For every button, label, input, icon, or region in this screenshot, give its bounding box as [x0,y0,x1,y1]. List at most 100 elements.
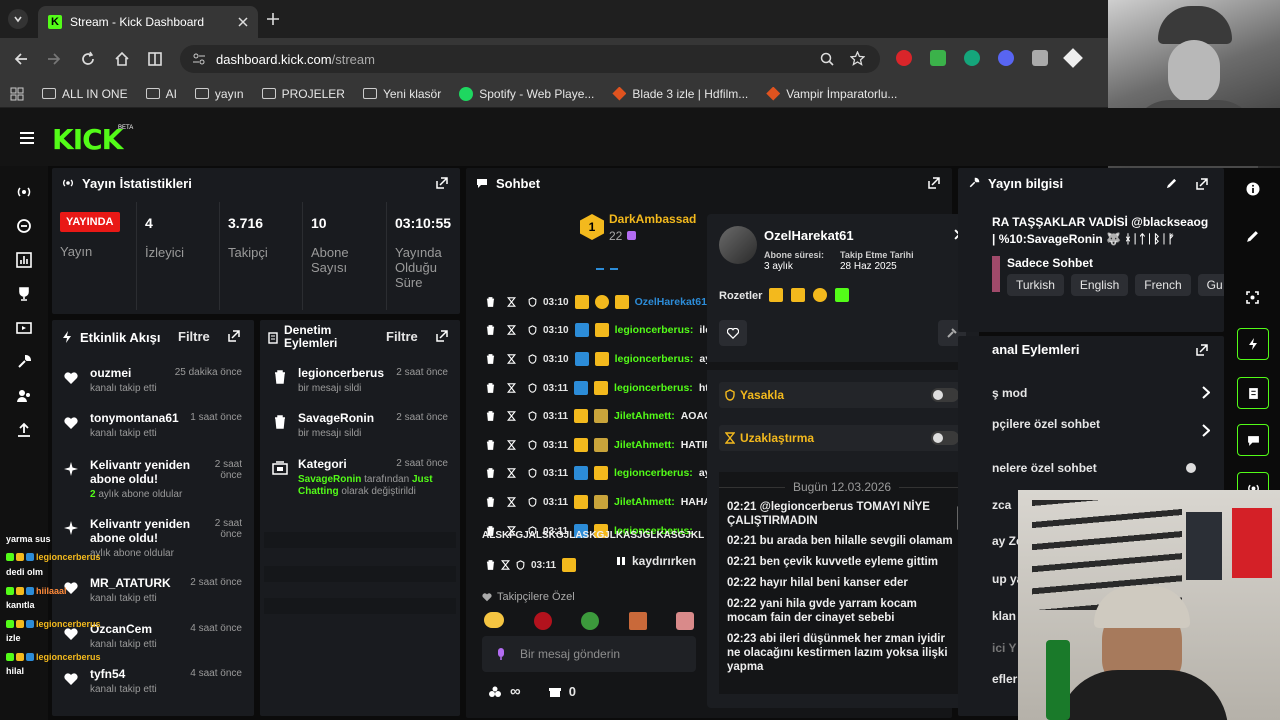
action-subs-chat[interactable]: nelere özel sohbet [992,461,1097,475]
ban-shield-icon[interactable] [516,560,525,570]
users-icon[interactable] [16,388,32,404]
emote-globe-icon[interactable] [581,612,599,630]
kick-logo[interactable]: KICK [52,123,123,156]
home-icon[interactable] [114,51,130,67]
hourglass-icon[interactable] [507,497,516,507]
emote-red-icon[interactable] [533,612,552,630]
extension-discord-icon[interactable] [998,50,1014,66]
chat-username[interactable]: JiletAhmett: [614,496,675,508]
chat-username[interactable]: JiletAhmett: [614,439,675,451]
chevron-right-icon[interactable] [1202,424,1210,437]
tag-french[interactable]: French [1135,274,1191,296]
gift-box-icon[interactable] [548,686,561,698]
hourglass-icon[interactable] [507,354,516,364]
trash-icon[interactable] [486,497,495,507]
quick-action-button[interactable] [1237,328,1269,360]
bookmark-ai[interactable]: AI [145,87,177,101]
trash-icon[interactable] [486,325,495,335]
address-bar[interactable]: dashboard.kick.com/stream [180,45,880,73]
pencil-icon[interactable] [1166,178,1177,189]
trophy-icon[interactable] [16,286,32,302]
bookmark-blade[interactable]: Blade 3 izle | Hdfilm... [612,86,748,101]
trash-icon[interactable] [486,297,495,307]
emote-face-icon[interactable] [628,612,647,630]
trash-icon[interactable] [486,383,495,393]
popout-icon[interactable] [228,330,240,342]
hourglass-icon[interactable] [507,325,516,335]
forward-arrow-icon[interactable] [46,51,62,67]
chat-input[interactable]: Bir mesaj gönderin [482,636,696,672]
chat-username[interactable]: JiletAhmett: [614,410,675,422]
trash-icon[interactable] [486,468,495,478]
top-gifter[interactable]: 1 DarkAmbassad 22 [580,212,704,248]
wrench-icon[interactable] [16,354,32,370]
bookmark-projeler[interactable]: PROJELER [261,87,345,101]
browser-tab[interactable]: K Stream - Kick Dashboard [38,6,258,38]
popout-icon[interactable] [436,177,448,189]
ban-shield-icon[interactable] [528,383,537,393]
ban-shield-icon[interactable] [528,297,537,307]
extension-red-icon[interactable] [896,50,912,66]
tag-more[interactable]: Gu [1197,274,1224,296]
chat-paused-indicator[interactable]: kaydırırken [616,554,696,568]
hamburger-menu-icon[interactable] [19,131,35,145]
extension-shield-icon[interactable] [930,50,946,66]
action-followers-chat[interactable]: pçilere özel sohbet [992,417,1100,431]
close-icon[interactable] [238,17,248,27]
upload-icon[interactable] [16,422,32,438]
split-view-icon[interactable] [147,51,163,67]
tab-search-button[interactable] [8,9,28,29]
site-settings-icon[interactable] [192,52,206,66]
new-tab-plus-icon[interactable] [266,12,280,26]
bookmark-yayin[interactable]: yayın [194,87,244,101]
trash-icon[interactable] [486,411,495,421]
analytics-icon[interactable] [16,252,32,268]
zoom-icon[interactable] [820,52,834,66]
bookmark-star-icon[interactable] [850,51,865,66]
follow-user-button[interactable] [719,320,747,346]
bookmark-all-in-one[interactable]: ALL IN ONE [42,87,128,101]
points-icon[interactable] [488,686,502,698]
extension-diamond-icon[interactable] [1063,48,1083,68]
emote-pink-icon[interactable] [676,612,694,630]
fullscreen-icon[interactable] [1246,291,1259,304]
ban-shield-icon[interactable] [528,354,537,364]
timeout-toggle[interactable] [931,431,959,445]
chat-username[interactable]: legioncerberus: [615,324,694,336]
chat-username[interactable]: legioncerberus: [614,467,693,479]
action-item[interactable]: ici Y [992,641,1016,655]
back-arrow-icon[interactable] [13,51,29,67]
bookmark-spotify[interactable]: Spotify - Web Playe... [459,86,594,101]
media-icon[interactable] [16,320,32,336]
bookmark-yeni-klasor[interactable]: Yeni klasör [362,87,441,101]
hourglass-icon[interactable] [507,411,516,421]
bookmark-vampir[interactable]: Vampir İmparatorlu... [766,86,897,101]
hourglass-icon[interactable] [507,297,516,307]
notes-button[interactable] [1237,377,1269,409]
ban-shield-icon[interactable] [528,497,537,507]
ban-shield-icon[interactable] [528,440,537,450]
ban-shield-icon[interactable] [528,411,537,421]
trash-icon[interactable] [486,560,495,570]
extension-privacy-icon[interactable] [1032,50,1048,66]
ban-shield-icon[interactable] [528,325,537,335]
trash-icon[interactable] [486,440,495,450]
activity-filter-button[interactable]: Filtre [178,329,210,344]
broadcast-icon[interactable] [16,184,32,200]
action-item[interactable]: efler [992,672,1017,686]
hourglass-icon[interactable] [507,440,516,450]
chat-username[interactable]: legioncerberus: [615,353,694,365]
popout-icon[interactable] [436,330,448,342]
link-icon[interactable] [16,218,32,234]
popout-icon[interactable] [928,177,940,189]
tag-turkish[interactable]: Turkish [1007,274,1064,296]
ban-shield-icon[interactable] [528,468,537,478]
reload-icon[interactable] [80,51,96,67]
hourglass-icon[interactable] [501,560,510,570]
moderation-filter-button[interactable]: Filtre [386,329,418,344]
ban-toggle[interactable] [931,388,959,402]
action-item[interactable]: klan [992,609,1016,623]
apps-grid-icon[interactable] [10,87,24,101]
popout-icon[interactable] [1196,178,1208,190]
chat-button[interactable] [1237,424,1269,456]
